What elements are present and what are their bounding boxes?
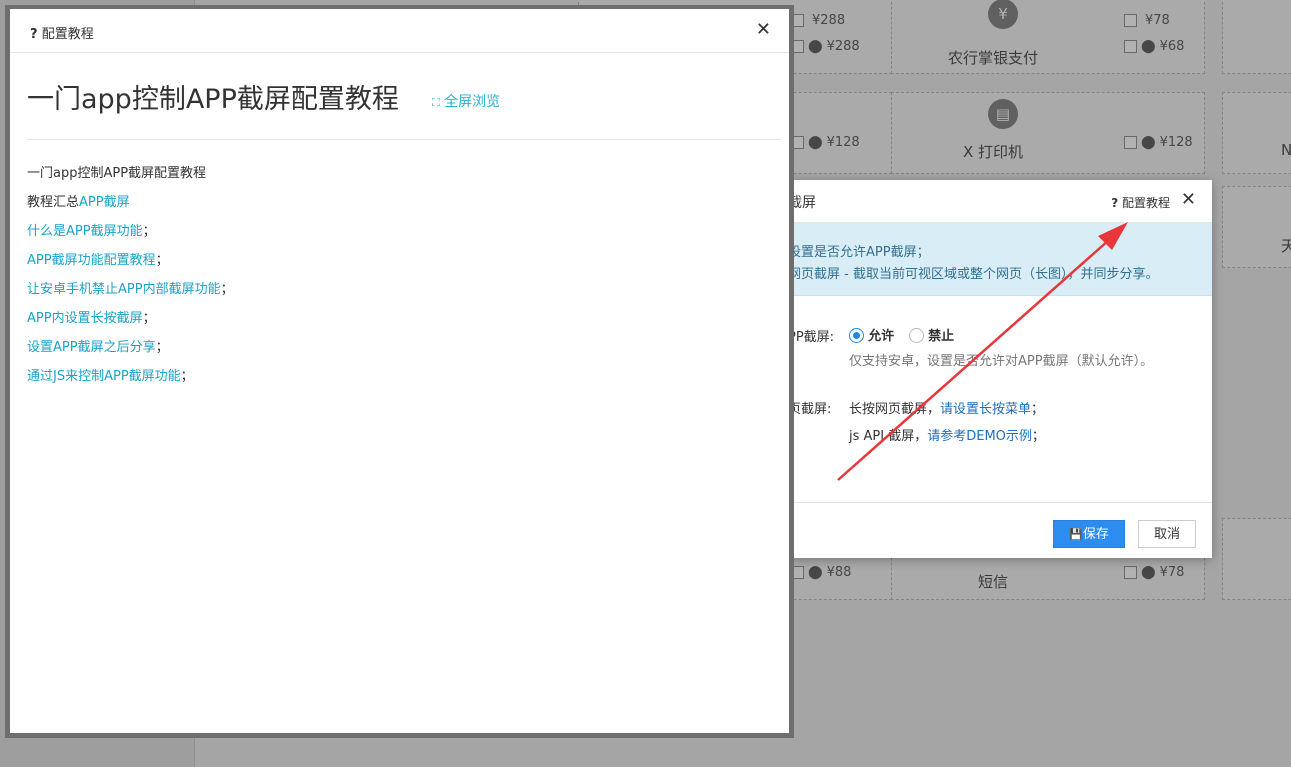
annotation-arrow xyxy=(837,222,1128,481)
arrow-shaft xyxy=(837,231,1119,481)
